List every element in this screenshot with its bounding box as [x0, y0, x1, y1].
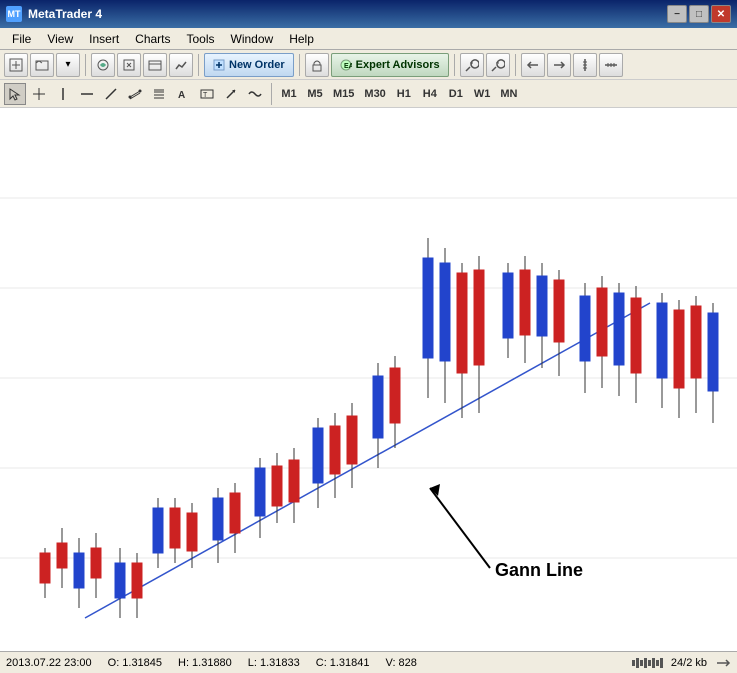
title-bar: MT MetaTrader 4 − □ ✕ [0, 0, 737, 28]
title-bar-controls[interactable]: − □ ✕ [667, 5, 731, 23]
tf-m5[interactable]: M5 [303, 84, 327, 104]
new-order-button[interactable]: New Order [204, 53, 294, 77]
menu-view[interactable]: View [39, 30, 81, 48]
volume-value: 828 [399, 657, 417, 669]
high-price: H: 1.31880 [178, 657, 232, 669]
price-scale-button[interactable] [573, 53, 597, 77]
connect-button[interactable] [91, 53, 115, 77]
open-button[interactable] [30, 53, 54, 77]
menu-charts[interactable]: Charts [127, 30, 178, 48]
expert-button[interactable] [117, 53, 141, 77]
scroll-indicator [715, 656, 731, 670]
minimize-button[interactable]: − [667, 5, 687, 23]
maximize-button[interactable]: □ [689, 5, 709, 23]
tf-m15[interactable]: M15 [329, 84, 358, 104]
separator1 [85, 54, 86, 76]
low-value: 1.31833 [260, 657, 300, 669]
vertical-line-tool[interactable] [52, 83, 74, 105]
low-price: L: 1.31833 [248, 657, 300, 669]
separator4 [454, 54, 455, 76]
cursor-tool[interactable] [4, 83, 26, 105]
tf-h1[interactable]: H1 [392, 84, 416, 104]
separator3 [299, 54, 300, 76]
expert-advisors-label: Expert Advisors [356, 59, 440, 71]
separator5 [515, 54, 516, 76]
menu-file[interactable]: File [4, 30, 39, 48]
text-tool[interactable]: A [172, 83, 194, 105]
open-label: O: [108, 657, 120, 669]
open-value: 1.31845 [122, 657, 162, 669]
time-scale-button[interactable] [599, 53, 623, 77]
toolbar2: A T M1 M5 M15 M30 H1 H4 D1 W1 MN [0, 80, 737, 108]
horizontal-line-tool[interactable] [76, 83, 98, 105]
trendline-tool[interactable] [100, 83, 122, 105]
tf-w1[interactable]: W1 [470, 84, 495, 104]
menu-tools[interactable]: Tools [179, 30, 223, 48]
svg-text:EA: EA [344, 63, 352, 70]
tf-mn[interactable]: MN [496, 84, 521, 104]
high-label: H: [178, 657, 189, 669]
svg-text:Gann Line: Gann Line [495, 560, 583, 580]
volume-label: V: [386, 657, 396, 669]
tf-m30[interactable]: M30 [360, 84, 389, 104]
volume: V: 828 [386, 657, 417, 669]
tf-d1[interactable]: D1 [444, 84, 468, 104]
svg-text:T: T [203, 92, 208, 99]
chart-svg: Gann Line [0, 108, 737, 651]
status-bar: 2013.07.22 23:00 O: 1.31845 H: 1.31880 L… [0, 651, 737, 673]
separator2 [198, 54, 199, 76]
kb-indicator [632, 658, 663, 668]
arrow-tool[interactable] [220, 83, 242, 105]
high-value: 1.31880 [192, 657, 232, 669]
menu-window[interactable]: Window [223, 30, 282, 48]
tf-m1[interactable]: M1 [277, 84, 301, 104]
dropdown-arrow[interactable]: ▾ [56, 53, 80, 77]
trade-button[interactable] [169, 53, 193, 77]
new-chart-button[interactable] [4, 53, 28, 77]
chart-area[interactable]: Gann Line [0, 108, 737, 651]
history-button[interactable] [143, 53, 167, 77]
app-title: MetaTrader 4 [28, 7, 102, 21]
menu-insert[interactable]: Insert [81, 30, 127, 48]
wave-tool[interactable] [244, 83, 266, 105]
close-label: C: [316, 657, 327, 669]
zoom-out-button[interactable] [486, 53, 510, 77]
toolbar1: ▾ New Order EA Expert Advisors [0, 50, 737, 80]
lock-button[interactable] [305, 53, 329, 77]
tf-separator [271, 83, 272, 105]
zoom-in-button[interactable] [460, 53, 484, 77]
expert-advisors-button[interactable]: EA Expert Advisors [331, 53, 449, 77]
new-order-label: New Order [229, 59, 285, 71]
menu-bar: File View Insert Charts Tools Window Hel… [0, 28, 737, 50]
kb-value: 24/2 kb [671, 657, 707, 669]
datetime-value: 2013.07.22 23:00 [6, 657, 92, 669]
low-label: L: [248, 657, 257, 669]
menu-help[interactable]: Help [281, 30, 322, 48]
open-price: O: 1.31845 [108, 657, 162, 669]
app-icon: MT [6, 6, 22, 22]
title-bar-left: MT MetaTrader 4 [6, 6, 102, 22]
crosshair-tool[interactable] [28, 83, 50, 105]
tf-h4[interactable]: H4 [418, 84, 442, 104]
scroll-right-button[interactable] [547, 53, 571, 77]
scroll-left-button[interactable] [521, 53, 545, 77]
close-price: C: 1.31841 [316, 657, 370, 669]
channel-tool[interactable] [124, 83, 146, 105]
label-tool[interactable]: T [196, 83, 218, 105]
close-button[interactable]: ✕ [711, 5, 731, 23]
datetime-display: 2013.07.22 23:00 [6, 657, 92, 669]
fibonacci-tool[interactable] [148, 83, 170, 105]
close-value: 1.31841 [330, 657, 370, 669]
svg-text:A: A [178, 90, 185, 101]
status-right: 24/2 kb [632, 656, 731, 670]
